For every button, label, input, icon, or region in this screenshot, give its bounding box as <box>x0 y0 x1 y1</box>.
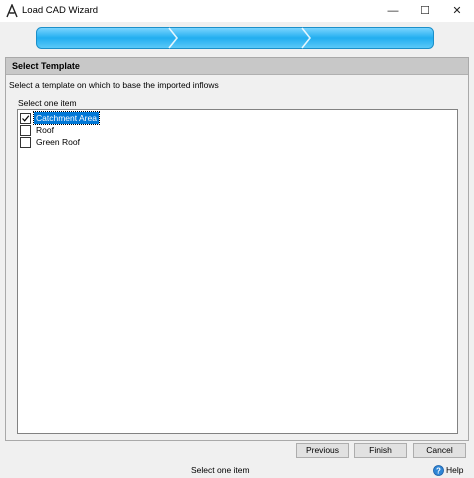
window-title: Load CAD Wizard <box>22 5 99 16</box>
maximize-button[interactable]: ☐ <box>409 0 441 22</box>
list-item-label[interactable]: Green Roof <box>34 136 82 148</box>
list-item-label[interactable]: Catchment Area <box>33 111 100 125</box>
minimize-button[interactable]: — <box>377 0 409 22</box>
wizard-steps <box>36 27 434 49</box>
list-item-catchment-area[interactable]: Catchment Area <box>20 111 320 125</box>
help-icon[interactable]: ? <box>433 465 444 476</box>
checkmark-icon <box>22 115 30 122</box>
cancel-button[interactable]: Cancel <box>413 443 466 458</box>
previous-button[interactable]: Previous <box>296 443 349 458</box>
status-text: Select one item <box>191 465 250 475</box>
list-item-label[interactable]: Roof <box>34 124 56 136</box>
status-bar: Select one item ? Help <box>0 463 474 478</box>
list-label: Select one item <box>18 98 77 108</box>
list-item-green-roof[interactable]: Green Roof <box>20 136 320 148</box>
finish-button[interactable]: Finish <box>354 443 407 458</box>
app-logo-icon <box>6 4 18 18</box>
list-item-roof[interactable]: Roof <box>20 124 320 136</box>
instructions-text: Select a template on which to base the i… <box>9 80 219 90</box>
svg-text:?: ? <box>436 466 441 475</box>
checkbox-catchment-area[interactable] <box>20 113 31 124</box>
close-button[interactable]: ✕ <box>441 0 473 22</box>
template-listbox[interactable]: Catchment Area Roof Green Roof <box>17 109 458 434</box>
panel-title: Select Template <box>12 61 80 71</box>
help-link[interactable]: Help <box>446 465 463 475</box>
panel-header: Select Template <box>6 58 468 75</box>
title-bar: Load CAD Wizard — ☐ ✕ <box>0 0 474 22</box>
checkbox-roof[interactable] <box>20 125 31 136</box>
checkbox-green-roof[interactable] <box>20 137 31 148</box>
wizard-progress-bar <box>36 27 434 49</box>
select-template-panel: Select Template Select a template on whi… <box>5 57 469 441</box>
